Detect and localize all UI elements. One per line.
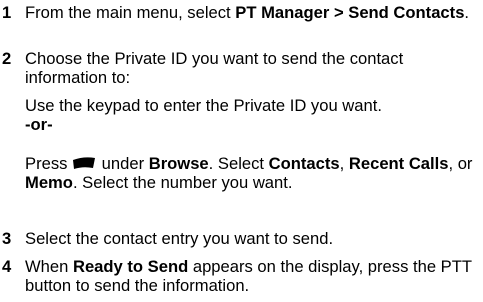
step-2: 2 Choose the Private ID you want to send…: [0, 49, 483, 87]
step-text: When Ready to Send appears on the displa…: [25, 257, 472, 295]
step-1: 1 From the main menu, select PT Manager …: [0, 3, 483, 22]
step-number: 3: [2, 229, 12, 248]
left-softkey-icon: [72, 157, 96, 170]
step-number: 4: [2, 257, 12, 276]
instructions-page: 1 From the main menu, select PT Manager …: [0, 0, 483, 302]
step-text: Choose the Private ID you want to send t…: [25, 49, 404, 87]
menu-path: PT Manager > Send Contacts: [235, 3, 465, 22]
step-number: 2: [2, 49, 12, 68]
step-4: 4 When Ready to Send appears on the disp…: [0, 257, 483, 295]
step-number: 1: [2, 3, 12, 22]
step-3: 3 Select the contact entry you want to s…: [0, 229, 483, 248]
status-text: Ready to Send: [72, 257, 189, 276]
step-text: From the main menu, select PT Manager > …: [25, 3, 470, 22]
or-label: -or-: [25, 115, 53, 134]
step-text: Select the contact entry you want to sen…: [25, 229, 334, 248]
keypad-option: Use the keypad to enter the Private ID y…: [25, 96, 382, 134]
browse-option: Press under Browse. Select Contacts, Rec…: [25, 154, 473, 192]
